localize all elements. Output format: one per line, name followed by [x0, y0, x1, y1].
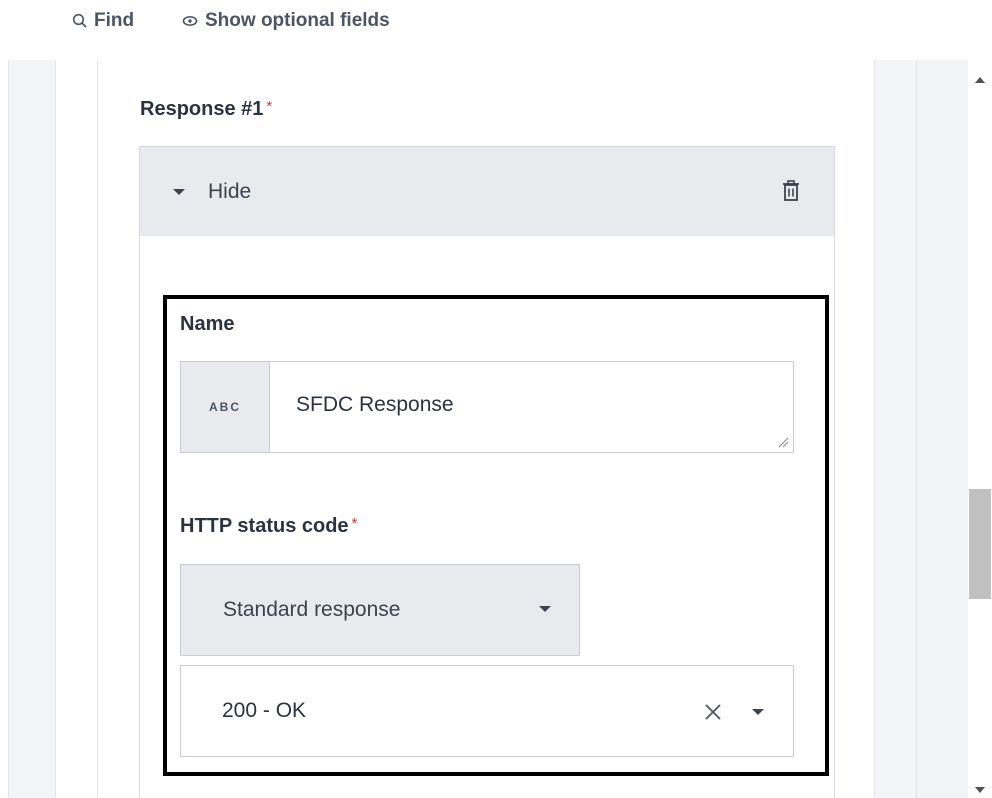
show-optional-fields-label: Show optional fields — [205, 10, 390, 31]
required-indicator: * — [266, 98, 273, 115]
scroll-up-arrow-icon[interactable] — [974, 76, 986, 84]
name-input[interactable]: SFDC Response — [270, 362, 793, 452]
close-icon[interactable] — [703, 702, 723, 722]
response-mode-value: Standard response — [223, 598, 401, 621]
chevron-down-icon[interactable] — [751, 708, 765, 716]
show-optional-fields-button[interactable]: Show optional fields — [181, 8, 390, 34]
status-code-select[interactable]: 200 - OK — [180, 665, 794, 757]
eye-icon — [182, 16, 198, 26]
response-heading-text: Response #1 — [140, 98, 264, 120]
name-label: Name — [180, 313, 235, 335]
triangle-down-icon — [173, 189, 185, 195]
triangle-down-icon — [539, 606, 551, 612]
delete-response-button[interactable] — [778, 177, 804, 205]
vertical-scrollbar[interactable] — [968, 60, 992, 798]
response-card-header: Hide — [140, 147, 834, 236]
search-icon — [72, 13, 87, 28]
required-indicator: * — [351, 515, 358, 532]
find-label: Find — [94, 10, 135, 31]
resize-icon[interactable] — [777, 436, 789, 448]
status-code-value: 200 - OK — [222, 699, 307, 722]
nesting-rail — [97, 60, 98, 798]
right-panel — [916, 60, 968, 798]
name-field[interactable]: ABC SFDC Response — [180, 361, 794, 453]
scrollbar-thumb[interactable] — [969, 489, 991, 599]
find-button[interactable]: Find — [72, 8, 134, 34]
http-status-code-label: HTTP status code * — [180, 515, 357, 538]
hide-toggle[interactable]: Hide — [172, 175, 251, 209]
http-status-code-label-text: HTTP status code — [180, 515, 349, 537]
trash-icon — [783, 180, 799, 201]
scroll-down-arrow-icon[interactable] — [974, 786, 986, 794]
top-toolbar: Find Show optional fields — [0, 0, 992, 60]
response-mode-select[interactable]: Standard response — [180, 564, 580, 656]
response-heading: Response #1 * — [140, 98, 272, 121]
name-input-value: SFDC Response — [296, 393, 454, 416]
hide-toggle-label: Hide — [208, 180, 252, 203]
string-type-tag: ABC — [181, 362, 270, 452]
